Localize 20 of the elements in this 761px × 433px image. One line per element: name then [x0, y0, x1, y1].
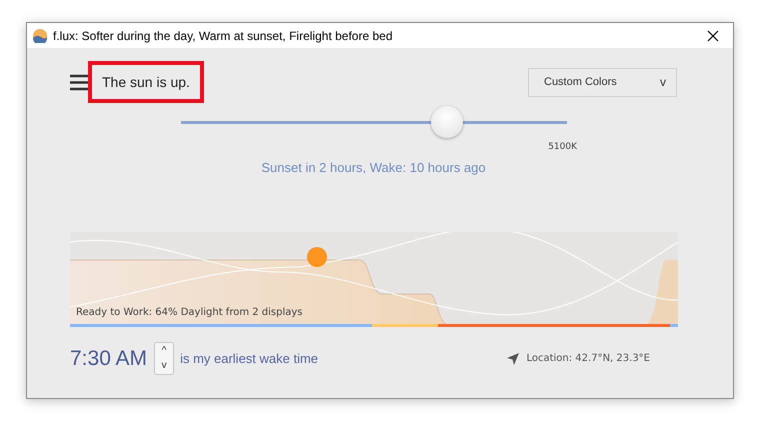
location-arrow-icon [507, 352, 520, 364]
slider-thumb[interactable] [430, 106, 463, 138]
app-logo-icon [33, 28, 47, 42]
temperature-reading: 5100K [548, 142, 577, 152]
close-icon [707, 30, 719, 42]
menu-button[interactable] [70, 72, 88, 92]
increase-button[interactable]: ^ [155, 343, 174, 358]
color-dropdown[interactable]: Custom Colors v [528, 68, 677, 96]
window-title: f.lux: Softer during the day, Warm at sunset, Firelight before bed [53, 28, 394, 42]
wake-label: is my earliest wake time [180, 351, 318, 366]
graph-caption: Ready to Work: 64% Daylight from 2 displays [76, 307, 303, 318]
schedule-text: Sunset in 2 hours, Wake: 10 hours ago [261, 160, 486, 175]
status-text: The sun is up. [88, 61, 204, 103]
wake-time: 7:30 AM [70, 346, 148, 370]
sun-marker[interactable] [307, 247, 327, 267]
location-text: Location: 42.7°N, 23.3°E [526, 353, 650, 364]
sunset-segment [372, 324, 438, 327]
morning-segment [670, 324, 678, 327]
morning-warmth-area [645, 260, 678, 324]
decrease-button[interactable]: v [155, 358, 174, 374]
